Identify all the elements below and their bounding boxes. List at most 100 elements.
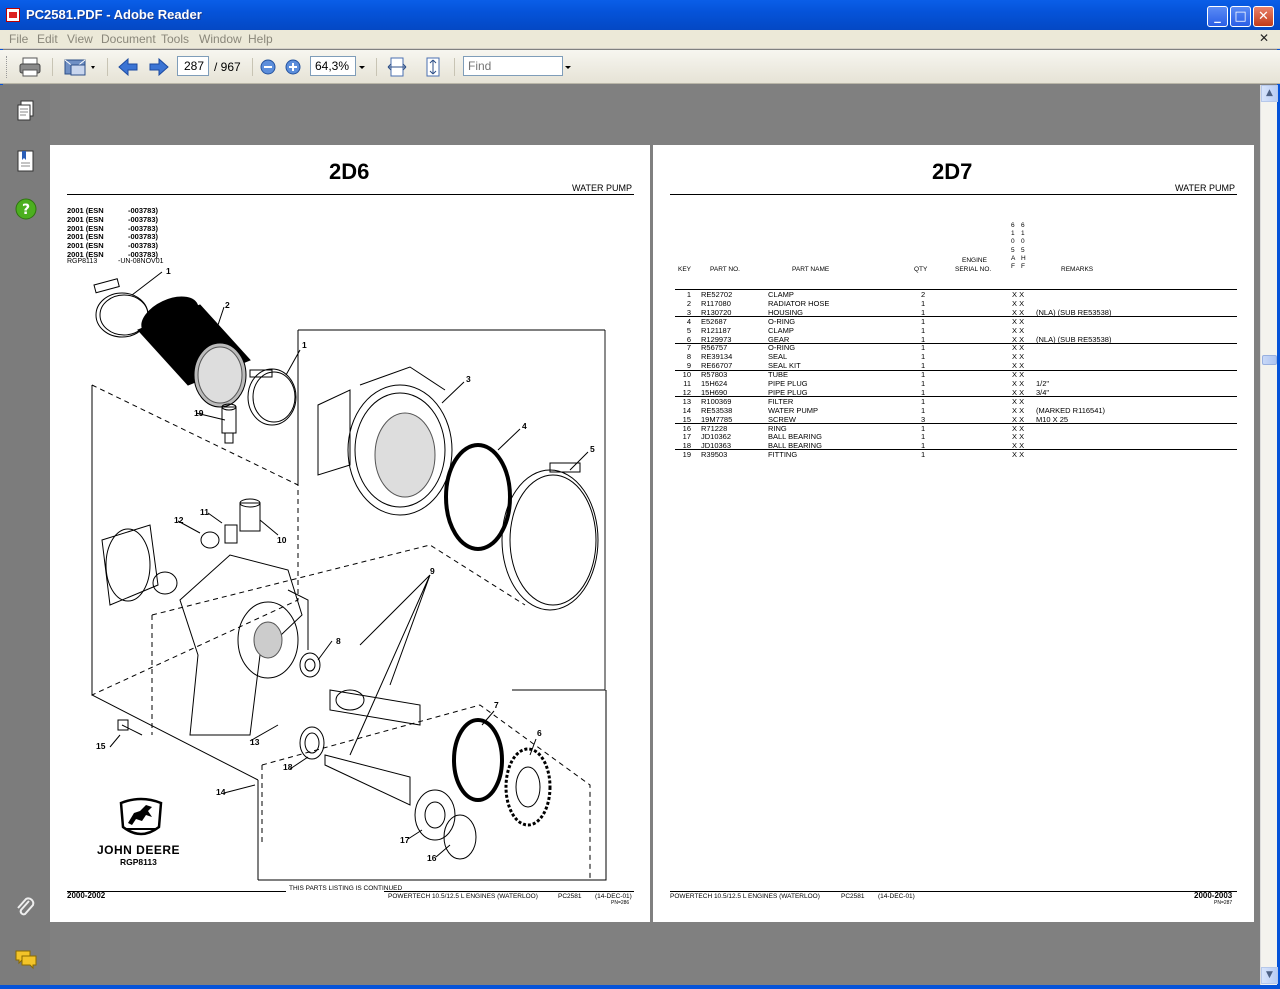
cell-part: JD10363 [701,441,732,451]
cell-key: 7 [686,343,691,353]
callout: 6 [537,728,542,738]
vertical-scrollbar[interactable]: ▲ ▼ [1260,85,1278,985]
menu-tools[interactable]: Tools [161,32,189,46]
cell-x: X X [1012,405,1025,415]
callout: 12 [174,515,184,525]
fit-page-icon[interactable] [422,56,444,78]
code-col-2: 6 [1021,222,1025,229]
cell-x: X X [1012,423,1025,433]
cell-key: 12 [682,387,691,397]
cell-key: 16 [682,423,691,433]
code-col-1: 5 [1011,247,1015,254]
callout: 13 [250,737,260,747]
cell-x: X X [1012,441,1025,451]
cell-remarks: 3/4" [1036,387,1050,397]
cell-name: CLAMP [768,290,794,299]
previous-page-icon[interactable] [116,56,140,78]
table-row: 10 R57803 TUBE 1 X X [675,370,1235,379]
cell-x: X X [1012,307,1025,317]
scroll-up-arrow-icon[interactable]: ▲ [1261,85,1278,102]
cell-part: RE66707 [701,361,733,371]
cell-part: R57803 [701,370,728,380]
document-close-icon[interactable]: ✕ [1256,31,1272,47]
cell-part: JD10362 [701,432,732,442]
code-col-2: F [1021,263,1025,270]
pdf-file-icon [6,8,20,22]
cell-name: BALL BEARING [768,441,822,451]
adobe-reader-window: PC2581.PDF - Adobe Reader _ □ ✕ File Edi… [0,0,1280,989]
cell-key: 17 [682,432,691,442]
attachments-icon[interactable] [14,896,38,920]
cell-name: SEAL KIT [768,361,801,371]
close-button[interactable]: ✕ [1253,6,1274,27]
zoom-level-input[interactable]: 64,3% [310,56,356,76]
callout: 3 [466,374,471,384]
cell-qty: 1 [921,379,926,388]
cell-x: X X [1012,298,1025,308]
bookmarks-icon[interactable] [14,149,38,173]
cell-key: 8 [686,352,691,362]
code-col-1: F [1011,263,1015,270]
header-rule [670,194,1237,195]
table-row: 5 R121187 CLAMP 1 X X [675,326,1235,335]
table-row: 8 RE39134 SEAL 1 X X [675,352,1235,361]
menu-window[interactable]: Window [199,32,242,46]
code-col-2: 1 [1021,230,1025,237]
zoom-out-icon[interactable] [258,56,278,78]
toolbar-separator [376,58,377,76]
scroll-thumb[interactable] [1262,355,1277,365]
callout: 17 [400,835,410,845]
code-col-1: 6 [1011,222,1015,229]
maximize-button[interactable]: □ [1230,6,1251,27]
close-icon: ✕ [1258,9,1269,24]
menu-view[interactable]: View [67,32,93,46]
callout: 8 [336,636,341,646]
zoom-in-icon[interactable] [283,56,303,78]
table-row: 7 R56757 O-RING 1 X X [675,343,1235,352]
cell-key: 1 [686,290,691,299]
menu-edit[interactable]: Edit [37,32,58,46]
cell-key: 18 [682,441,691,451]
cell-part: E52687 [701,316,727,326]
col-serial: SERIAL NO. [955,266,992,273]
menu-document[interactable]: Document [101,32,156,46]
cell-key: 13 [682,396,691,406]
fit-width-icon[interactable] [386,56,408,78]
callout: 18 [283,762,293,772]
menu-help[interactable]: Help [248,32,273,46]
toolbar-separator [252,58,253,76]
cell-remarks: (MARKED R116541) [1036,405,1106,415]
esn-range: -003783) [128,215,159,224]
cell-qty: 1 [921,441,926,451]
scroll-down-arrow-icon[interactable]: ▼ [1261,967,1278,984]
email-icon[interactable] [62,56,98,78]
help-icon[interactable]: ? [14,197,38,221]
page-code: 2D7 [932,159,973,184]
minimize-icon: _ [1214,9,1221,24]
cell-key: 11 [683,379,691,388]
next-page-icon[interactable] [147,56,171,78]
cell-part: R129973 [701,334,732,344]
zoom-dropdown-icon[interactable] [356,56,368,78]
toolbar-grip[interactable] [6,56,9,78]
col-key: KEY [678,266,692,273]
footer-code: PC2581 [841,893,865,900]
footer-date: (14-DEC-01) [595,893,632,900]
logo-text: JOHN DEERE [97,843,181,857]
cell-qty: 1 [921,298,926,308]
logo-code: RGP8113 [120,857,157,867]
find-input[interactable] [463,56,563,76]
callout: 19 [194,408,204,418]
callout: 14 [216,787,226,797]
find-dropdown-icon[interactable] [562,56,574,78]
minimize-button[interactable]: _ [1207,6,1228,27]
section-title: WATER PUMP [572,183,632,193]
pages-icon[interactable] [14,99,38,123]
comments-icon[interactable] [14,947,38,971]
print-icon[interactable] [17,56,43,78]
menu-file[interactable]: File [9,32,28,46]
callout: 1 [166,266,171,276]
cell-part: 19M7785 [701,414,733,424]
cell-name: RADIATOR HOSE [768,298,830,308]
page-number-input[interactable]: 287 [177,56,209,76]
